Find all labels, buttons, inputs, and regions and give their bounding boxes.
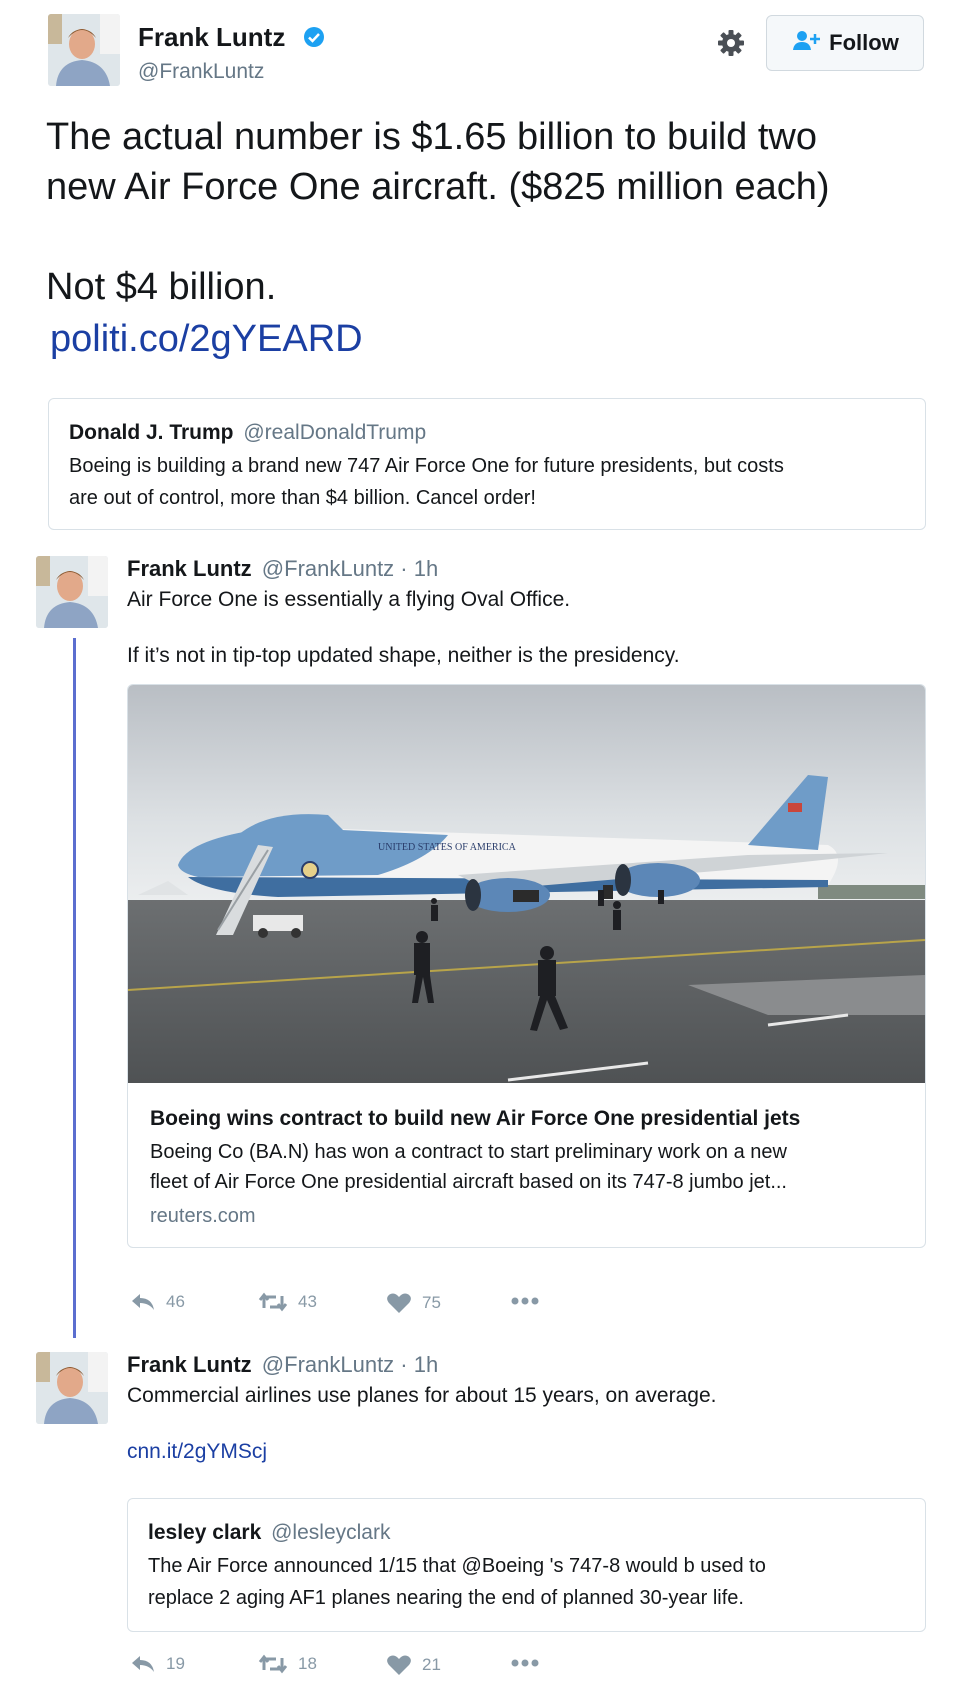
reply-count: 19 — [166, 1654, 185, 1673]
tweet-text-line: The actual number is $1.65 billion to bu… — [46, 116, 818, 158]
reply-action[interactable]: 19 — [130, 1654, 185, 1674]
tweet-link[interactable]: cnn.it/2gYMScj — [127, 1440, 267, 1464]
author-name[interactable]: Frank Luntz — [127, 1352, 252, 1377]
quoted-tweet[interactable]: lesley clark @lesleyclark The Air Force … — [127, 1498, 926, 1632]
follow-label: Follow — [829, 30, 899, 55]
avatar[interactable] — [36, 556, 108, 628]
tweet-text-line: Not $4 billion. — [46, 266, 277, 308]
tweet-text: Air Force One is essentially a flying Ov… — [127, 588, 571, 611]
card-image: UNITED STATES OF AMERICA — [128, 685, 925, 1083]
thread-line — [73, 638, 76, 1338]
like-count: 75 — [422, 1293, 441, 1312]
reply-icon — [132, 1656, 154, 1672]
quoted-text-line: are out of control, more than $4 billion… — [69, 487, 536, 509]
author-handle[interactable]: @FrankLuntz — [138, 60, 264, 84]
follow-button[interactable]: Follow — [766, 15, 924, 71]
reply-count: 46 — [166, 1292, 185, 1311]
tweet-text: If it’s not in tip-top updated shape, ne… — [127, 644, 680, 667]
retweet-count: 43 — [298, 1292, 317, 1311]
card-description-line: fleet of Air Force One presidential airc… — [150, 1171, 787, 1193]
quoted-author-handle: @realDonaldTrump — [243, 421, 427, 444]
heart-icon — [387, 1293, 411, 1313]
retweet-count: 18 — [298, 1654, 317, 1673]
link-card[interactable]: UNITED STATES OF AMERICA Boeing wins con… — [127, 684, 926, 1248]
quoted-tweet[interactable]: Donald J. Trump @realDonaldTrump Boeing … — [48, 398, 926, 530]
tweet-meta[interactable]: @FrankLuntz · 1h — [262, 1352, 438, 1377]
quoted-text-line: The Air Force announced 1/15 that @Boein… — [148, 1555, 766, 1577]
author-name[interactable]: Frank Luntz — [138, 22, 285, 53]
avatar[interactable] — [48, 14, 120, 86]
like-action[interactable]: 75 — [386, 1292, 441, 1314]
retweet-action[interactable]: 43 — [258, 1292, 317, 1312]
quoted-text-line: Boeing is building a brand new 747 Air F… — [69, 455, 784, 477]
aircraft-lettering: UNITED STATES OF AMERICA — [378, 842, 517, 853]
retweet-icon — [258, 1654, 288, 1674]
card-title: Boeing wins contract to build new Air Fo… — [150, 1107, 801, 1130]
tweet-text: Commercial airlines use planes for about… — [127, 1384, 717, 1407]
reply-icon — [132, 1294, 154, 1310]
quoted-author-name: Donald J. Trump — [69, 421, 234, 444]
reply-action[interactable]: 46 — [130, 1292, 185, 1312]
avatar[interactable] — [36, 1352, 108, 1424]
retweet-icon — [258, 1292, 288, 1312]
like-action[interactable]: 21 — [386, 1654, 441, 1676]
add-user-icon — [791, 29, 821, 57]
gear-icon[interactable] — [716, 28, 746, 58]
quoted-author-handle: @lesleyclark — [271, 1521, 391, 1544]
more-icon[interactable] — [510, 1294, 540, 1308]
tweet-meta[interactable]: @FrankLuntz · 1h — [262, 556, 438, 581]
heart-icon — [387, 1655, 411, 1675]
tweet-link[interactable]: politi.co/2gYEARD — [50, 318, 363, 361]
quoted-text-line: replace 2 aging AF1 planes nearing the e… — [148, 1587, 744, 1609]
card-domain: reuters.com — [150, 1205, 256, 1227]
more-icon[interactable] — [510, 1656, 540, 1670]
tweet-text-line: new Air Force One aircraft. ($825 millio… — [46, 166, 830, 208]
author-name[interactable]: Frank Luntz — [127, 556, 252, 581]
verified-badge-icon — [303, 26, 325, 48]
like-count: 21 — [422, 1655, 441, 1674]
card-description-line: Boeing Co (BA.N) has won a contract to s… — [150, 1141, 787, 1163]
quoted-author-name: lesley clark — [148, 1521, 262, 1544]
retweet-action[interactable]: 18 — [258, 1654, 317, 1674]
